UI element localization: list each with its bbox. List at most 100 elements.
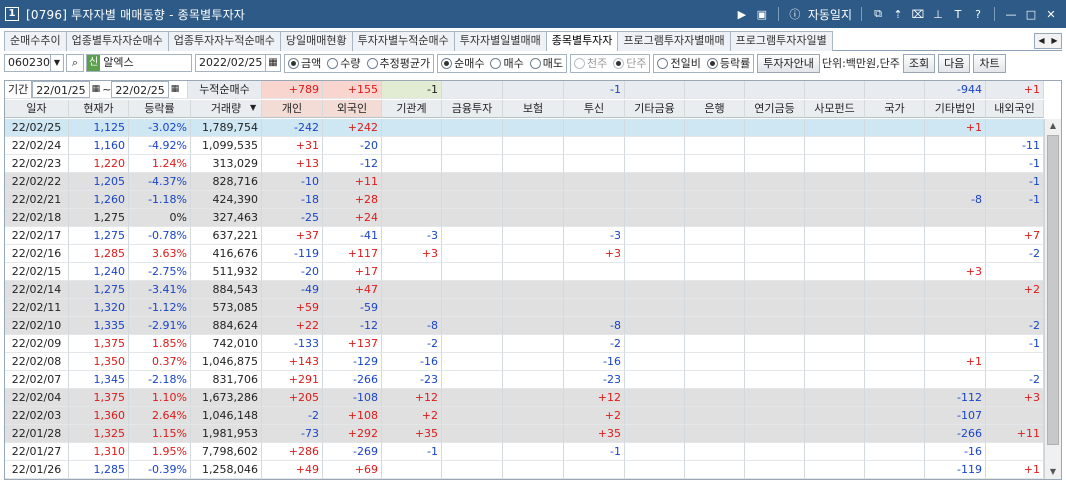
search-button[interactable]: 조회 xyxy=(902,53,936,73)
table-row[interactable]: 22/02/16 1,285 3.63% 416,676 -119 +117 +3 +3 -2 xyxy=(5,245,1044,263)
table-row[interactable]: 22/01/28 1,325 1.15% 1,981,953 -73 +292 +35 +35… xyxy=(5,425,1044,443)
table-row[interactable]: 22/02/07 1,345 -2.18% 831,706 +291 -266 -23 -23… xyxy=(5,371,1044,389)
column-header[interactable]: 사모펀드 xyxy=(805,100,865,118)
column-header[interactable]: 보험 xyxy=(503,100,564,118)
table-row[interactable]: 22/02/09 1,375 1.85% 742,010 -133 +137 -2 -2 -1 xyxy=(5,335,1044,353)
tab-item[interactable]: 업종투자자누적순매수 xyxy=(167,31,281,51)
scroll-down-icon[interactable]: ▼ xyxy=(1045,465,1061,479)
tab-item[interactable]: 프로그램투자자별매매 xyxy=(617,31,731,51)
radio-single-shares-dot[interactable] xyxy=(613,57,625,69)
column-header[interactable]: 기관계 xyxy=(382,100,442,118)
table-row[interactable]: 22/02/14 1,275 -3.41% 884,543 -49 +47 +2 xyxy=(5,281,1044,299)
table-row[interactable]: 22/02/04 1,375 1.10% 1,673,286 +205 -108 +12 +1… xyxy=(5,389,1044,407)
radio-amount-dot[interactable] xyxy=(288,57,299,69)
column-header[interactable]: 외국인 xyxy=(323,100,382,118)
investor-guide-button[interactable]: 투자자안내 xyxy=(757,53,820,73)
column-header[interactable]: 기타금융 xyxy=(625,100,685,118)
pin-icon[interactable]: ⊥ xyxy=(931,7,945,21)
radio-sell[interactable]: 매도 xyxy=(529,55,563,71)
column-header[interactable]: 연기금등 xyxy=(745,100,805,118)
play-icon[interactable]: ▶ xyxy=(735,7,749,21)
column-header[interactable]: 등락률 xyxy=(129,100,191,118)
column-header[interactable]: 국가 xyxy=(865,100,925,118)
column-header[interactable]: 개인 xyxy=(262,100,323,118)
next-button[interactable]: 다음 xyxy=(938,53,971,73)
date-input[interactable]: 2022/02/25 xyxy=(195,54,266,72)
table-row[interactable]: 22/02/24 1,160 -4.92% 1,099,535 +31 -20 -11 xyxy=(5,137,1044,155)
chevron-left-icon[interactable]: ◀ xyxy=(1038,34,1044,48)
table-row[interactable]: 22/02/25 1,125 -3.02% 1,789,754 -242 +242 +1 xyxy=(5,119,1044,137)
radio-avg-price-dot[interactable] xyxy=(366,57,378,69)
tab-item[interactable]: 종목별투자자 xyxy=(545,31,619,51)
table-row[interactable]: 22/02/23 1,220 1.24% 313,029 +13 -12 -1 xyxy=(5,155,1044,173)
link-window-icon[interactable]: ⧉ xyxy=(871,7,885,21)
vertical-scrollbar[interactable]: ▲ ▼ xyxy=(1044,119,1061,479)
radio-thousand-shares[interactable]: 천주 xyxy=(573,55,607,71)
column-header[interactable]: 기타법인 xyxy=(925,100,986,118)
radio-net-buy-dot[interactable] xyxy=(441,57,453,69)
radio-change-rate-dot[interactable] xyxy=(706,57,718,69)
period-to-input[interactable]: 22/02/25 xyxy=(111,81,169,98)
column-header[interactable]: 금융투자 xyxy=(442,100,503,118)
period-from-input[interactable]: 22/01/25 xyxy=(32,81,90,98)
radio-prev-diff-dot[interactable] xyxy=(657,57,669,69)
chart-button[interactable]: 차트 xyxy=(973,53,1006,73)
search-icon[interactable]: ⌕ xyxy=(66,54,84,72)
radio-change-rate[interactable]: 등락률 xyxy=(706,55,750,71)
radio-avg-price[interactable]: 추정평균가 xyxy=(366,55,430,71)
column-header[interactable]: 현재가 xyxy=(69,100,129,118)
table-row[interactable]: 22/02/21 1,260 -1.18% 424,390 -18 +28 -8 -1 xyxy=(5,191,1044,209)
sort-desc-icon[interactable]: ▼ xyxy=(250,103,256,112)
stock-code-input[interactable]: 060230 xyxy=(4,54,51,72)
tab-item[interactable]: 프로그램투자자일별 xyxy=(729,31,833,51)
table-row[interactable]: 22/02/10 1,335 -2.91% 884,624 +22 -12 -8 -8 -2 xyxy=(5,317,1044,335)
table-row[interactable]: 22/01/26 1,285 -0.39% 1,258,046 +49 +69 -119 +1 xyxy=(5,461,1044,479)
help-icon[interactable]: ? xyxy=(971,7,985,21)
radio-buy[interactable]: 매수 xyxy=(490,55,524,71)
column-header[interactable]: 투신 xyxy=(564,100,625,118)
capture-icon[interactable]: ⌧ xyxy=(911,7,925,21)
chevron-down-icon[interactable]: ▼ xyxy=(50,54,64,72)
table-row[interactable]: 22/02/15 1,240 -2.75% 511,932 -20 +17 +3 xyxy=(5,263,1044,281)
info-icon[interactable]: ⓘ xyxy=(788,7,802,21)
close-icon[interactable]: ✕ xyxy=(1044,7,1058,21)
font-size-icon[interactable]: T xyxy=(951,7,965,21)
table-row[interactable]: 22/02/22 1,205 -4.37% 828,716 -10 +11 -1 xyxy=(5,173,1044,191)
autolog-button[interactable]: 자동일지 xyxy=(808,6,852,23)
table-row[interactable]: 22/02/03 1,360 2.64% 1,046,148 -2 +108 +2 +2 -10… xyxy=(5,407,1044,425)
column-header[interactable]: 내외국인 xyxy=(986,100,1044,118)
table-row[interactable]: 22/02/08 1,350 0.37% 1,046,875 +143 -129 -16 -1… xyxy=(5,353,1044,371)
tab-item[interactable]: 투자자별일별매매 xyxy=(453,31,547,51)
screen-icon[interactable]: ▣ xyxy=(755,7,769,21)
calendar-icon[interactable]: ▦ xyxy=(90,81,103,98)
radio-sell-dot[interactable] xyxy=(529,57,541,69)
column-header[interactable]: 은행 xyxy=(685,100,745,118)
calendar-icon[interactable]: ▦ xyxy=(169,81,182,98)
radio-quantity[interactable]: 수량 xyxy=(327,55,361,71)
column-header[interactable]: 일자 xyxy=(5,100,69,118)
radio-single-shares[interactable]: 단주 xyxy=(613,55,646,71)
tab-scroll-arrows[interactable]: ◀ ▶ xyxy=(1034,33,1062,49)
radio-quantity-dot[interactable] xyxy=(327,57,339,69)
radio-thousand-shares-dot[interactable] xyxy=(573,57,585,69)
tab-item[interactable]: 순매수추이 xyxy=(4,31,67,51)
upload-icon[interactable]: ⇡ xyxy=(891,7,905,21)
scroll-up-icon[interactable]: ▲ xyxy=(1045,119,1061,133)
radio-amount[interactable]: 금액 xyxy=(288,55,321,71)
tab-item[interactable]: 업종별투자자순매수 xyxy=(65,31,169,51)
radio-net-buy[interactable]: 순매수 xyxy=(441,55,484,71)
table-row[interactable]: 22/02/17 1,275 -0.78% 637,221 +37 -41 -3 -3 +7 xyxy=(5,227,1044,245)
tab-item[interactable]: 당일매매현황 xyxy=(279,31,353,51)
radio-prev-diff[interactable]: 전일비 xyxy=(657,55,701,71)
stock-name-field[interactable]: 신 알엑스 xyxy=(86,54,192,72)
table-row[interactable]: 22/01/27 1,310 1.95% 7,798,602 +286 -269 -1 -1-… xyxy=(5,443,1044,461)
chevron-right-icon[interactable]: ▶ xyxy=(1051,34,1057,48)
radio-buy-dot[interactable] xyxy=(490,57,502,69)
calendar-icon[interactable]: ▦ xyxy=(265,54,281,72)
table-row[interactable]: 22/02/11 1,320 -1.12% 573,085 +59 -59 xyxy=(5,299,1044,317)
scroll-thumb[interactable] xyxy=(1047,135,1059,445)
table-row[interactable]: 22/02/18 1,275 0% 327,463 -25 +24 xyxy=(5,209,1044,227)
tab-item[interactable]: 투자자별누적순매수 xyxy=(351,31,455,51)
maximize-icon[interactable]: □ xyxy=(1024,7,1038,21)
minimize-icon[interactable]: — xyxy=(1004,7,1018,21)
